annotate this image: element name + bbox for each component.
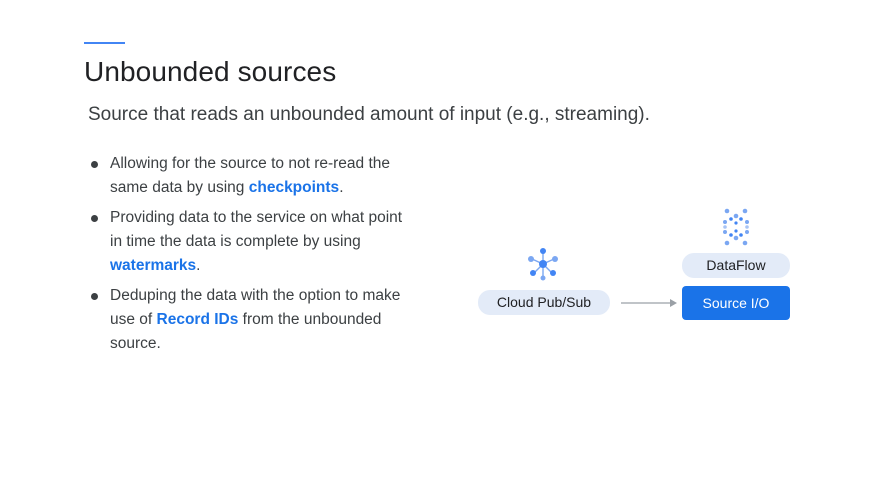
dataflow-label: DataFlow bbox=[682, 253, 790, 278]
slide-subtitle: Source that reads an unbounded amount of… bbox=[88, 104, 650, 125]
bullet-item: Deduping the data with the option to mak… bbox=[88, 284, 418, 356]
pubsub-icon bbox=[528, 248, 558, 281]
bullet-text: Providing data to the service on what po… bbox=[110, 209, 403, 250]
cloud-pubsub-label: Cloud Pub/Sub bbox=[478, 290, 610, 315]
bullet-highlight: checkpoints bbox=[248, 179, 340, 196]
source-io-box: Source I/O bbox=[682, 286, 790, 320]
arrow-icon bbox=[621, 299, 677, 307]
dataflow-icon bbox=[723, 208, 749, 246]
bullet-text-end: . bbox=[196, 257, 201, 274]
bullet-item: Providing data to the service on what po… bbox=[88, 206, 418, 278]
bullet-highlight: Record IDs bbox=[156, 311, 239, 328]
bullet-item: Allowing for the source to not re-read t… bbox=[88, 152, 418, 200]
bullet-text-end: . bbox=[339, 179, 344, 196]
slide-title: Unbounded sources bbox=[84, 56, 337, 87]
bullet-dot bbox=[91, 293, 98, 300]
bullet-dot bbox=[91, 161, 98, 168]
bullet-highlight: watermarks bbox=[110, 257, 197, 274]
bullet-list: Allowing for the source to not re-read t… bbox=[88, 152, 418, 362]
title-accent-line bbox=[84, 42, 125, 44]
bullet-dot bbox=[91, 215, 98, 222]
